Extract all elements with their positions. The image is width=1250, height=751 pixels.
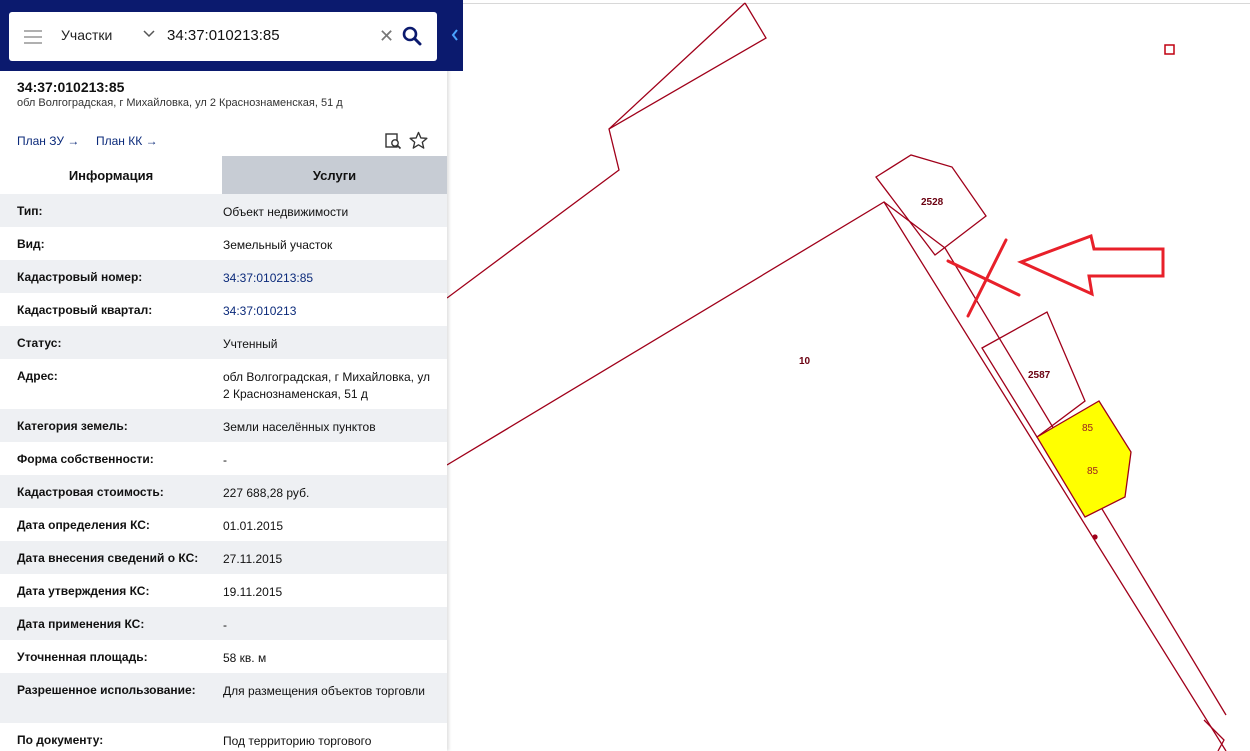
row-label: Уточненная площадь: <box>17 650 148 664</box>
row-value: 227 688,28 руб. <box>223 486 310 500</box>
annotation-arrow <box>1017 233 1165 297</box>
table-row: Дата утверждения КС: 19.11.2015 <box>0 574 447 607</box>
map-marker-square[interactable] <box>1164 44 1175 55</box>
map-point-marker <box>1092 534 1098 540</box>
road-strip-inner <box>883 201 946 249</box>
cadastral-quarter-link[interactable]: 34:37:010213 <box>223 303 438 320</box>
parcel-label-2528: 2528 <box>921 197 944 208</box>
parcel-10-boundary[interactable] <box>447 2 746 299</box>
panel-collapse-toggle[interactable] <box>447 0 463 71</box>
parcel-label-85-a: 85 <box>1082 423 1094 434</box>
chevron-down-icon[interactable] <box>142 26 156 40</box>
table-row: Дата определения КС: 01.01.2015 <box>0 508 447 541</box>
parcel-10-boundary-upper <box>608 2 767 130</box>
table-row: По документу: Под территорию торгового <box>0 723 447 751</box>
row-label: Дата определения КС: <box>17 518 150 532</box>
table-row: Уточненная площадь: 58 кв. м <box>0 640 447 673</box>
info-panel: 34:37:010213:85 обл Волгоградская, г Мих… <box>0 0 447 751</box>
row-value: 58 кв. м <box>223 651 267 665</box>
row-value: 19.11.2015 <box>223 585 283 599</box>
table-row: Дата применения КС: - <box>0 607 447 640</box>
plan-kk-link[interactable]: План КК → <box>96 134 158 148</box>
hamburger-icon[interactable] <box>24 30 42 44</box>
parcel-label-85-b: 85 <box>1087 466 1099 477</box>
row-label: Дата утверждения КС: <box>17 584 150 598</box>
layer-select[interactable]: Участки <box>61 27 112 43</box>
table-row: Тип: Объект недвижимости <box>0 194 447 227</box>
table-row: Разрешенное использование: Для размещени… <box>0 673 447 723</box>
cadastral-map[interactable]: 2528 2587 10 85 85 <box>447 0 1250 751</box>
search-bar: Участки 34:37:010213:85 ✕ <box>9 12 437 61</box>
tab-services[interactable]: Услуги <box>222 156 447 194</box>
row-value: Под территорию торгового <box>223 734 372 748</box>
table-row: Кадастровая стоимость: 227 688,28 руб. <box>0 475 447 508</box>
search-icon[interactable] <box>402 26 422 46</box>
table-row: Категория земель: Земли населённых пункт… <box>0 409 447 442</box>
cadastral-number-link[interactable]: 34:37:010213:85 <box>223 270 438 287</box>
table-row: Кадастровый номер: 34:37:010213:85 <box>0 260 447 293</box>
annotation-cross-line-2 <box>966 238 1008 318</box>
row-label: Вид: <box>17 237 45 251</box>
row-value: - <box>223 453 227 467</box>
map-canvas[interactable]: 2528 2587 10 85 85 <box>447 0 1250 751</box>
row-value: 01.01.2015 <box>223 519 284 533</box>
row-label: Форма собственности: <box>17 452 154 466</box>
parcel-label-10: 10 <box>799 356 811 367</box>
tab-bar: Информация Услуги <box>0 156 447 194</box>
road-end <box>1203 719 1225 751</box>
row-label: Кадастровый номер: <box>17 270 143 284</box>
row-label: По документу: <box>17 733 104 747</box>
table-row: Форма собственности: - <box>0 442 447 475</box>
parcel-label-2587: 2587 <box>1028 370 1051 381</box>
search-header: Участки 34:37:010213:85 ✕ <box>0 0 463 71</box>
info-table: Тип: Объект недвижимости Вид: Земельный … <box>0 194 447 751</box>
object-address: обл Волгоградская, г Михайловка, ул 2 Кр… <box>17 97 343 109</box>
document-search-icon[interactable] <box>384 132 402 150</box>
plan-zu-link[interactable]: План ЗУ → <box>17 134 79 148</box>
row-value: Для размещения объектов торговли <box>223 684 425 698</box>
row-label: Кадастровая стоимость: <box>17 485 164 499</box>
row-label: Разрешенное использование: <box>17 683 196 697</box>
tab-information[interactable]: Информация <box>0 156 222 194</box>
table-row: Кадастровый квартал: 34:37:010213 <box>0 293 447 326</box>
row-label: Кадастровый квартал: <box>17 303 153 317</box>
annotation-cross-line-1 <box>946 259 1021 297</box>
star-icon[interactable] <box>409 131 428 150</box>
row-label: Дата применения КС: <box>17 617 145 631</box>
row-value: обл Волгоградская, г Михайловка, ул 2 Кр… <box>223 370 431 401</box>
row-value: Земельный участок <box>223 238 333 252</box>
row-label: Категория земель: <box>17 419 128 433</box>
table-row: Адрес: обл Волгоградская, г Михайловка, … <box>0 359 447 409</box>
row-value: 27.11.2015 <box>223 552 283 566</box>
row-label: Дата внесения сведений о КС: <box>17 551 199 565</box>
parcel-85-highlight[interactable] <box>1036 400 1132 518</box>
row-value: Земли населённых пунктов <box>223 420 376 434</box>
table-row: Дата внесения сведений о КС: 27.11.2015 <box>0 541 447 574</box>
table-row: Статус: Учтенный <box>0 326 447 359</box>
table-row: Вид: Земельный участок <box>0 227 447 260</box>
row-label: Тип: <box>17 204 43 218</box>
row-label: Адрес: <box>17 369 58 383</box>
search-input[interactable]: 34:37:010213:85 <box>167 27 280 44</box>
chevron-left-icon <box>451 29 458 41</box>
row-value: - <box>223 618 227 632</box>
object-title: 34:37:010213:85 <box>17 79 125 95</box>
row-label: Статус: <box>17 336 62 350</box>
row-value: Объект недвижимости <box>223 205 349 219</box>
close-icon[interactable]: ✕ <box>379 27 394 45</box>
row-value: Учтенный <box>223 337 278 351</box>
